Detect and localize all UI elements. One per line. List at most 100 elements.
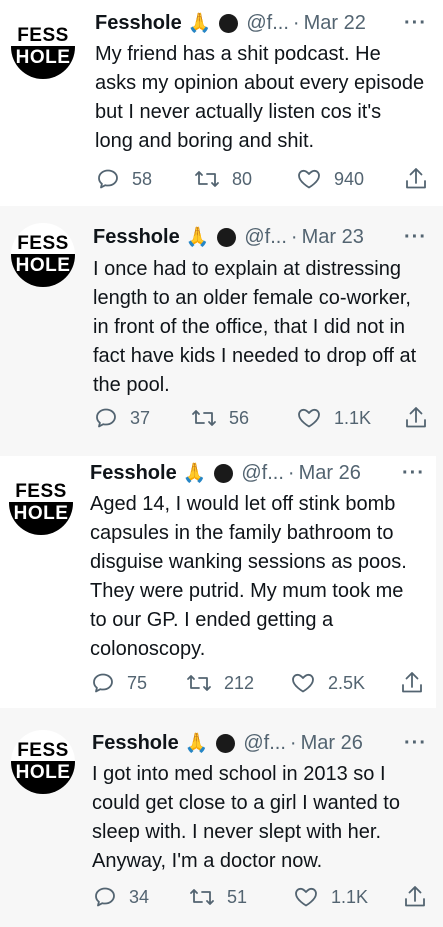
more-options-icon[interactable]: ··· [402, 462, 425, 485]
tweet-header: Fesshole 🙏 @f... · Mar 26 [90, 458, 361, 488]
black-circle-emoji [217, 227, 237, 247]
retweet-icon [192, 410, 216, 426]
author-handle[interactable]: @f... [243, 732, 286, 755]
like-count: 1.1K [331, 886, 369, 907]
avatar[interactable]: FESS HOLE [11, 15, 75, 79]
author-handle[interactable]: @f... [246, 12, 289, 35]
author-handle[interactable]: @f... [244, 226, 287, 249]
praying-hands-emoji: 🙏 [187, 13, 212, 34]
tweet-text-line: I got into med school in 2013 so I [92, 763, 386, 785]
tweet-text-line: Anyway, I'm a doctor now. [92, 850, 323, 872]
tweet-actions: 58 80 940 [0, 164, 443, 194]
tweet-date[interactable]: Mar 22 [304, 12, 366, 35]
tweet-text-line: to our GP. I ended getting a [90, 609, 334, 631]
retweet-button[interactable]: 56 [191, 403, 249, 433]
share-icon [406, 407, 426, 428]
tweet-text-line: the pool. [93, 374, 170, 396]
avatar[interactable]: FESS HOLE [9, 471, 73, 535]
separator: · [290, 225, 298, 248]
share-icon [405, 886, 425, 907]
tweet-date[interactable]: Mar 26 [299, 462, 361, 485]
tweet-actions: 37 56 1.1K [0, 403, 443, 433]
author-name[interactable]: Fesshole [95, 12, 182, 35]
like-icon [295, 887, 317, 907]
reply-button[interactable]: 75 [91, 668, 147, 698]
avatar[interactable]: FESS HOLE [11, 223, 75, 287]
reply-button[interactable]: 37 [94, 403, 150, 433]
retweet-count: 56 [229, 407, 250, 428]
reply-count: 34 [129, 886, 150, 907]
tweet-actions: 75 212 2.5K [0, 668, 443, 698]
share-icon [406, 168, 426, 189]
author-name[interactable]: Fesshole [92, 732, 179, 755]
reply-icon [93, 673, 113, 693]
retweet-icon [190, 889, 214, 905]
tweet-header: Fesshole 🙏 @f... · Mar 23 [93, 222, 364, 252]
avatar-text-top: FESS [15, 481, 67, 502]
like-count: 1.1K [334, 407, 372, 428]
share-button[interactable] [404, 164, 428, 194]
author-name[interactable]: Fesshole [93, 226, 180, 249]
author-name[interactable]: Fesshole [90, 462, 177, 485]
like-button[interactable]: 1.1K [293, 882, 368, 912]
more-options-icon[interactable]: ··· [404, 226, 427, 249]
tweet-text-line: Aged 14, I would let off stink bomb [90, 493, 396, 515]
like-icon [292, 673, 314, 693]
tweet-text: I once had to explain at distressing len… [93, 255, 438, 400]
reply-button[interactable]: 58 [96, 164, 152, 194]
avatar-text-bottom: HOLE [15, 47, 71, 68]
tweet-text-line: My friend has a shit podcast. He [95, 43, 381, 65]
like-button[interactable]: 940 [296, 164, 364, 194]
tweet-1[interactable]: FESS HOLE Fesshole 🙏 @f... · Mar 22 ··· … [0, 0, 443, 206]
share-button[interactable] [404, 403, 428, 433]
reply-icon [98, 169, 118, 189]
tweet-header: Fesshole 🙏 @f... · Mar 26 [92, 728, 363, 758]
reply-count: 58 [132, 168, 153, 189]
tweet-date[interactable]: Mar 26 [301, 732, 363, 755]
separator: · [292, 11, 300, 34]
black-circle-emoji [214, 463, 234, 483]
retweet-button[interactable]: 80 [194, 164, 252, 194]
avatar-text-top: FESS [17, 740, 69, 761]
retweet-button[interactable]: 212 [186, 668, 254, 698]
tweet-text: Aged 14, I would let off stink bomb caps… [90, 490, 435, 664]
author-handle[interactable]: @f... [241, 462, 284, 485]
tweet-date[interactable]: Mar 23 [302, 226, 364, 249]
retweet-icon [195, 171, 219, 187]
share-icon [402, 672, 422, 693]
reply-count: 75 [127, 672, 148, 693]
tweet-text-line: long and boring and shit. [95, 130, 315, 152]
share-button[interactable] [403, 882, 427, 912]
tweet-actions: 34 51 1.1K [0, 882, 443, 912]
black-circle-emoji [219, 13, 239, 33]
avatar-text-top: FESS [17, 25, 69, 46]
retweet-count: 51 [227, 886, 248, 907]
tweet-text-line: length to an older female co-worker, [93, 287, 411, 309]
praying-hands-emoji: 🙏 [184, 733, 209, 754]
reply-button[interactable]: 34 [93, 882, 149, 912]
like-count: 2.5K [328, 672, 366, 693]
like-button[interactable]: 2.5K [290, 668, 365, 698]
more-options-icon[interactable]: ··· [404, 732, 427, 755]
praying-hands-emoji: 🙏 [185, 227, 210, 248]
praying-hands-emoji: 🙏 [182, 463, 207, 484]
separator: · [287, 461, 295, 484]
tweet-text-line: asks my opinion about every episode [95, 72, 425, 94]
tweet-text-line: fact have kids I needed to drop off at [93, 345, 417, 367]
avatar-text-bottom: HOLE [15, 762, 71, 783]
tweet-text-line: disguise wanking sessions as poos. [90, 551, 407, 573]
share-button[interactable] [400, 668, 424, 698]
avatar[interactable]: FESS HOLE [11, 730, 75, 794]
tweet-4[interactable]: FESS HOLE Fesshole 🙏 @f... · Mar 26 ··· … [0, 708, 443, 927]
retweet-button[interactable]: 51 [189, 882, 247, 912]
tweet-2[interactable]: FESS HOLE Fesshole 🙏 @f... · Mar 23 ··· … [0, 206, 443, 456]
avatar-text-bottom: HOLE [15, 255, 71, 276]
retweet-count: 80 [232, 168, 253, 189]
like-button[interactable]: 1.1K [296, 403, 371, 433]
tweet-text-line: sleep with. I never slept with her. [92, 821, 382, 843]
tweet-text-line: could get close to a girl I wanted to [92, 792, 400, 814]
tweet-3[interactable]: FESS HOLE Fesshole 🙏 @f... · Mar 26 ··· … [0, 456, 443, 708]
tweet-text-line: I once had to explain at distressing [93, 258, 401, 280]
avatar-text-bottom: HOLE [13, 503, 69, 524]
more-options-icon[interactable]: ··· [404, 12, 427, 35]
